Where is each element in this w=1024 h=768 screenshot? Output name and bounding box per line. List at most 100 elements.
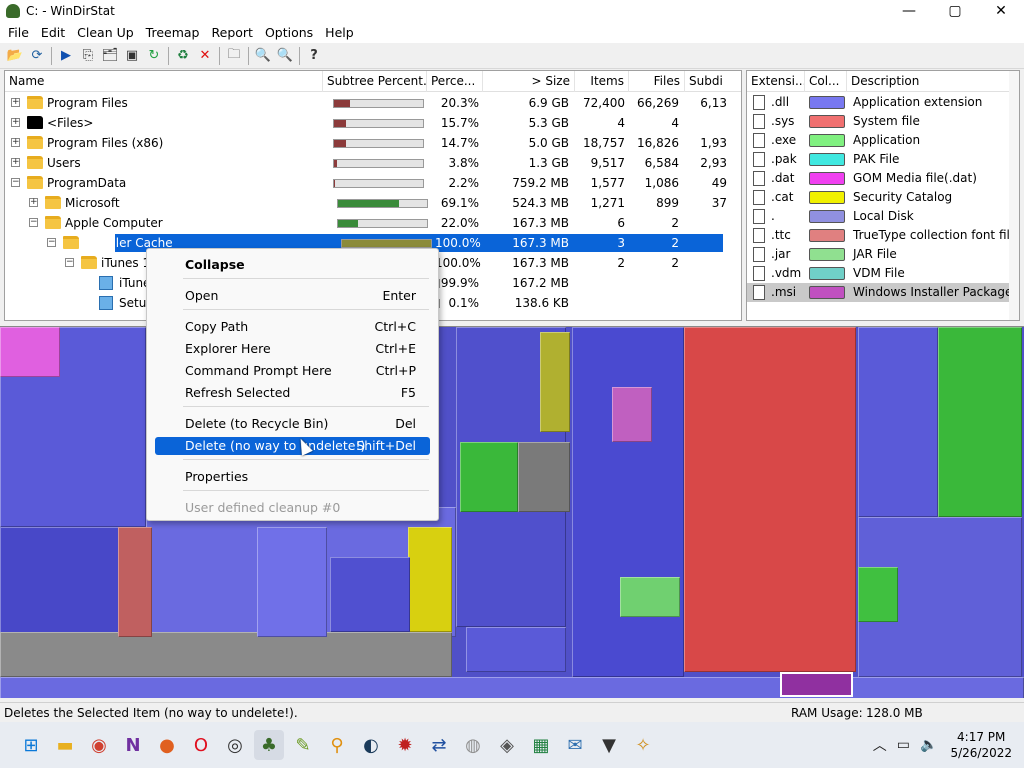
steam-icon[interactable]: ◐: [356, 730, 386, 760]
opera-icon[interactable]: O: [186, 730, 216, 760]
treemap-block[interactable]: [572, 327, 684, 677]
column-percent[interactable]: Perce...: [427, 71, 483, 92]
treemap-block[interactable]: [938, 327, 1022, 517]
tree-row[interactable]: + Microsoft 69.1% 524.3 MB 1,271 899 37: [5, 193, 741, 213]
collapse-icon[interactable]: −: [65, 258, 74, 267]
notion-icon[interactable]: N: [118, 730, 148, 760]
column-extension[interactable]: Extensi...: [747, 71, 805, 92]
column-size[interactable]: > Size: [483, 71, 575, 92]
tree-row[interactable]: − Apple Computer 22.0% 167.3 MB 6 2: [5, 213, 741, 233]
context-menu-refresh-selected[interactable]: Refresh Selected F5: [155, 384, 430, 402]
expand-icon[interactable]: +: [11, 158, 20, 167]
tool-icon[interactable]: ✧: [628, 730, 658, 760]
expand-icon[interactable]: +: [11, 138, 20, 147]
menu-edit[interactable]: Edit: [35, 22, 71, 43]
extension-row[interactable]: . Local Disk: [747, 207, 1019, 226]
column-description[interactable]: Description: [847, 71, 1011, 92]
expand-icon[interactable]: +: [11, 98, 20, 107]
zoom-in-icon[interactable]: 🔍: [252, 45, 274, 67]
expand-icon[interactable]: +: [11, 118, 20, 127]
menu-help[interactable]: Help: [319, 22, 360, 43]
treemap-block[interactable]: [0, 327, 60, 377]
wolf-icon[interactable]: ▼: [594, 730, 624, 760]
volume-icon[interactable]: 🔈: [920, 737, 937, 753]
extension-row[interactable]: .dll Application extension: [747, 93, 1019, 112]
play-icon[interactable]: ▶: [55, 45, 77, 67]
menu-treemap[interactable]: Treemap: [140, 22, 206, 43]
treemap-block[interactable]: [460, 442, 518, 512]
chevron-up-icon[interactable]: ︿: [873, 735, 887, 755]
collapse-icon[interactable]: −: [47, 238, 56, 247]
help-icon[interactable]: ?: [303, 45, 325, 67]
column-name[interactable]: Name: [5, 71, 323, 92]
collapse-icon[interactable]: −: [29, 218, 38, 227]
context-menu-delete-to-recycle-bin[interactable]: Delete (to Recycle Bin) Del: [155, 415, 430, 433]
tree-row[interactable]: + Users 3.8% 1.3 GB 9,517 6,584 2,93: [5, 153, 741, 173]
network-app-icon[interactable]: ⇄: [424, 730, 454, 760]
cmd-icon[interactable]: ▣: [121, 45, 143, 67]
tree-row[interactable]: + Program Files 20.3% 6.9 GB 72,400 66,269 6,1…: [5, 93, 741, 113]
obs-icon[interactable]: ◎: [220, 730, 250, 760]
notepad-icon[interactable]: ✎: [288, 730, 318, 760]
treemap-block[interactable]: [858, 567, 898, 622]
extension-row[interactable]: .pak PAK File: [747, 150, 1019, 169]
chrome-icon[interactable]: ◉: [84, 730, 114, 760]
windirstat-icon[interactable]: ♣: [254, 730, 284, 760]
treemap-block[interactable]: [684, 327, 856, 672]
column-files[interactable]: Files: [629, 71, 685, 92]
column-color[interactable]: Col...: [805, 71, 847, 92]
treemap-block[interactable]: [0, 677, 1024, 698]
refresh-all-icon[interactable]: ⟳: [26, 45, 48, 67]
new-folder-icon[interactable]: 🗀: [223, 45, 245, 67]
start-icon[interactable]: ⊞: [16, 730, 46, 760]
expand-icon[interactable]: +: [29, 198, 38, 207]
maximize-button[interactable]: ▢: [932, 0, 978, 22]
mail-app-icon[interactable]: ✉: [560, 730, 590, 760]
context-menu-collapse[interactable]: Collapse: [155, 256, 430, 274]
treemap-block[interactable]: [620, 577, 680, 617]
delete-icon[interactable]: ✕: [194, 45, 216, 67]
treemap-block[interactable]: [408, 527, 452, 632]
copy-path-icon[interactable]: ⎘: [77, 45, 99, 67]
extension-row[interactable]: .vdm VDM File: [747, 264, 1019, 283]
recycle-icon[interactable]: ♻: [172, 45, 194, 67]
menu-report[interactable]: Report: [206, 22, 259, 43]
refresh-icon[interactable]: ↻: [143, 45, 165, 67]
extension-scrollbar[interactable]: [1009, 71, 1019, 320]
menu-options[interactable]: Options: [259, 22, 319, 43]
open-icon[interactable]: 📂: [4, 45, 26, 67]
tree-row[interactable]: + <Files> 15.7% 5.3 GB 4 4: [5, 113, 741, 133]
file-explorer-icon[interactable]: ▬: [50, 730, 80, 760]
column-subdirs[interactable]: Subdi: [685, 71, 741, 92]
close-button[interactable]: ✕: [978, 0, 1024, 22]
spreadsheet-icon[interactable]: ▦: [526, 730, 556, 760]
context-menu-command-prompt-here[interactable]: Command Prompt Here Ctrl+P: [155, 362, 430, 380]
extension-row[interactable]: .ttc TrueType collection font file: [747, 226, 1019, 245]
extension-row[interactable]: .sys System file: [747, 112, 1019, 131]
treemap-block[interactable]: [0, 632, 452, 677]
game-app-icon[interactable]: ◈: [492, 730, 522, 760]
treemap-block[interactable]: [257, 527, 327, 637]
treemap-block[interactable]: [612, 387, 652, 442]
tree-row[interactable]: − ProgramData 2.2% 759.2 MB 1,577 1,086 49: [5, 173, 741, 193]
context-menu-explorer-here[interactable]: Explorer Here Ctrl+E: [155, 340, 430, 358]
disk-app-icon[interactable]: ◍: [458, 730, 488, 760]
treemap-block[interactable]: [466, 627, 566, 672]
treemap-block[interactable]: [518, 442, 570, 512]
clock[interactable]: 4:17 PM 5/26/2022: [950, 729, 1012, 761]
column-items[interactable]: Items: [575, 71, 629, 92]
context-menu-open[interactable]: Open Enter: [155, 287, 430, 305]
treemap-block[interactable]: [858, 327, 938, 517]
menu-clean-up[interactable]: Clean Up: [71, 22, 140, 43]
collapse-icon[interactable]: −: [11, 178, 20, 187]
explorer-icon[interactable]: 🗂: [99, 45, 121, 67]
network-icon[interactable]: ▭: [897, 737, 910, 753]
app-icon-1[interactable]: ✹: [390, 730, 420, 760]
extension-row[interactable]: .dat GOM Media file(.dat): [747, 169, 1019, 188]
tree-row[interactable]: + Program Files (x86) 14.7% 5.0 GB 18,757 16,…: [5, 133, 741, 153]
zoom-out-icon[interactable]: 🔍: [274, 45, 296, 67]
extension-row[interactable]: .cat Security Catalog: [747, 188, 1019, 207]
treemap-block[interactable]: [330, 557, 410, 632]
context-menu-delete-permanently[interactable]: Delete (no way to undelete!) Shift+Del: [155, 437, 430, 455]
treemap-block[interactable]: [540, 332, 570, 432]
